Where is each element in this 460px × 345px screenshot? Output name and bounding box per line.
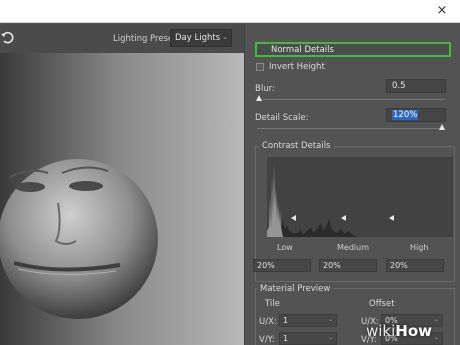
tile-ux-select[interactable]: 1 ⌄	[279, 314, 337, 327]
detail-scale-slider-thumb[interactable]	[439, 124, 445, 130]
lighting-preset-value: Day Lights	[175, 33, 221, 43]
low-contrast-input[interactable]: 20%	[253, 259, 311, 272]
normal-details-label: Normal Details	[271, 45, 334, 55]
medium-contrast-marker-icon[interactable]	[341, 215, 346, 221]
blur-slider-track[interactable]	[257, 99, 445, 100]
material-preview-canvas[interactable]	[0, 53, 244, 345]
properties-panel: Normal Details Invert Height Blur: 0.5 D…	[244, 24, 460, 345]
high-contrast-marker-icon[interactable]	[389, 215, 394, 221]
dialog-title-bar: ×	[0, 0, 460, 23]
blur-slider-thumb[interactable]	[256, 95, 262, 101]
material-preview-title: Material Preview	[257, 284, 334, 294]
blur-input[interactable]: 0.5	[386, 79, 446, 93]
chevron-down-icon: ⌄	[327, 334, 333, 341]
watermark-wiki: wiki	[366, 322, 396, 340]
invert-height-checkbox[interactable]	[256, 63, 264, 71]
textured-sphere	[0, 159, 158, 319]
low-contrast-value: 20%	[257, 261, 275, 270]
detail-scale-input[interactable]: 120%	[386, 108, 446, 122]
tile-vy-label: V/Y:	[259, 335, 275, 345]
chevron-down-icon: ⌄	[327, 316, 333, 323]
low-contrast-marker-icon[interactable]	[291, 215, 296, 221]
invert-height-label: Invert Height	[269, 62, 325, 72]
rotate-reset-icon[interactable]	[0, 30, 16, 46]
medium-contrast-input[interactable]: 20%	[319, 259, 377, 272]
watermark-how: How	[395, 322, 433, 340]
offset-label: Offset	[369, 299, 395, 309]
high-label: High	[410, 243, 429, 252]
preview-toolbar: Lighting Preset: Day Lights ⌄	[0, 24, 244, 53]
wikihow-watermark: wikiHow	[360, 318, 460, 345]
tile-ux-label: U/X:	[259, 317, 277, 327]
high-contrast-input[interactable]: 20%	[386, 259, 444, 272]
medium-label: Medium	[337, 243, 369, 252]
contrast-details-title: Contrast Details	[259, 141, 334, 151]
detail-scale-value: 120%	[392, 110, 419, 120]
medium-contrast-value: 20%	[323, 261, 341, 270]
chevron-down-icon: ⌄	[222, 33, 228, 41]
blur-value: 0.5	[392, 81, 406, 91]
high-contrast-value: 20%	[390, 261, 408, 270]
tile-vy-select[interactable]: 1 ⌄	[279, 332, 337, 345]
close-icon[interactable]: ×	[434, 3, 450, 19]
tile-label: Tile	[265, 299, 280, 309]
detail-scale-label: Detail Scale:	[255, 113, 309, 123]
low-label: Low	[277, 243, 293, 252]
detail-scale-slider-track[interactable]	[257, 128, 445, 129]
contrast-histogram	[267, 157, 453, 237]
tile-vy-value: 1	[283, 334, 289, 343]
normal-details-header[interactable]: Normal Details	[255, 42, 451, 57]
blur-label: Blur:	[255, 84, 275, 94]
tile-ux-value: 1	[283, 316, 289, 325]
lighting-preset-select[interactable]: Day Lights ⌄	[170, 29, 232, 47]
